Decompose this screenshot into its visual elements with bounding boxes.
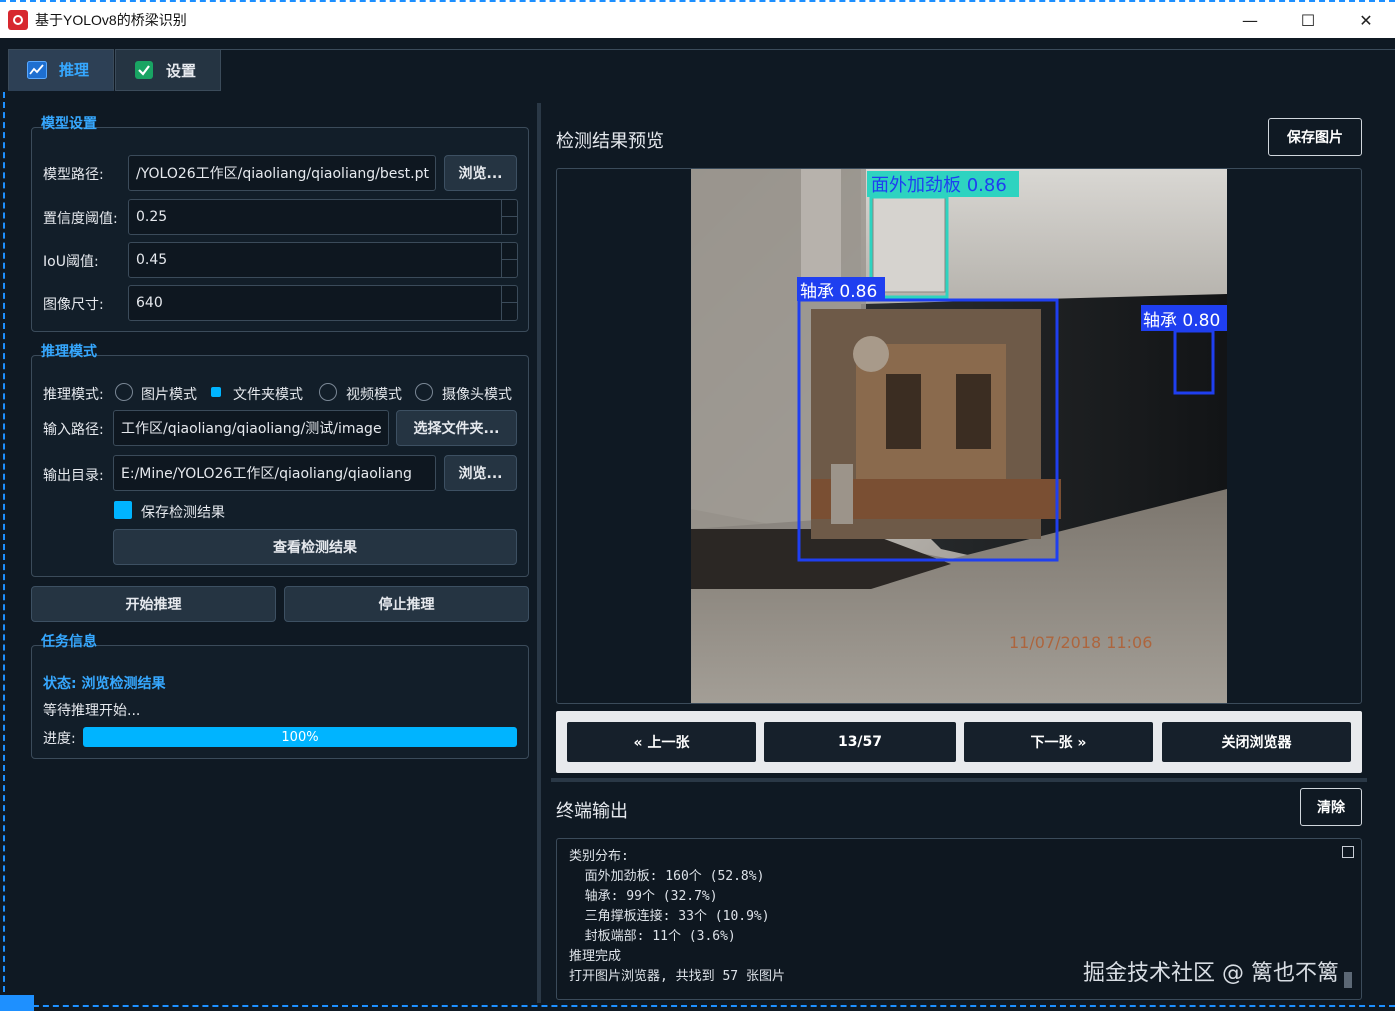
image-navigation-bar: « 上一张 13/57 下一张 » 关闭浏览器 <box>556 711 1362 773</box>
vertical-splitter[interactable] <box>537 103 541 1003</box>
close-button[interactable]: ✕ <box>1337 2 1395 38</box>
iou-label: IoU阈值: <box>43 254 99 270</box>
window-corner <box>0 995 34 1011</box>
stop-inference-button[interactable]: 停止推理 <box>284 586 529 622</box>
radio-label: 视频模式 <box>346 387 402 403</box>
tab-divider <box>218 49 1395 50</box>
radio-video-mode[interactable] <box>319 383 337 401</box>
tab-inference[interactable]: 推理 <box>8 49 114 91</box>
minimize-button[interactable]: — <box>1221 2 1279 38</box>
input-path-input[interactable]: 工作区/qiaoliang/qiaoliang/测试/image <box>113 410 389 446</box>
iou-stepper[interactable] <box>501 242 518 278</box>
clear-button[interactable]: 清除 <box>1300 788 1362 826</box>
imgsz-stepper[interactable] <box>501 285 518 321</box>
start-inference-button[interactable]: 开始推理 <box>31 586 276 622</box>
progress-label: 进度: <box>43 731 76 747</box>
tab-label: 设置 <box>166 61 197 80</box>
terminal-scrollbar[interactable] <box>1342 846 1354 992</box>
output-browse-button[interactable]: 浏览... <box>444 455 517 491</box>
horizontal-splitter[interactable] <box>551 778 1367 782</box>
terminal-line: 类别分布: <box>569 849 629 864</box>
save-results-label: 保存检测结果 <box>141 505 225 521</box>
save-results-checkbox[interactable] <box>114 501 132 519</box>
terminal-line: 面外加劲板: 160个 (52.8%) <box>569 869 765 884</box>
image-counter: 13/57 <box>764 722 956 762</box>
terminal-line: 三角撑板连接: 33个 (10.9%) <box>569 909 770 924</box>
preview-title: 检测结果预览 <box>556 131 664 152</box>
task-info-title: 任务信息 <box>41 634 97 650</box>
window-border-bottom <box>3 1005 1395 1007</box>
radio-label: 摄像头模式 <box>442 387 512 403</box>
input-path-label: 输入路径: <box>43 422 104 438</box>
model-path-input[interactable]: /YOLO26工作区/qiaoliang/qiaoliang/best.pt <box>128 155 436 191</box>
radio-folder-mode[interactable] <box>211 387 221 397</box>
terminal-line: 封板端部: 11个 (3.6%) <box>569 929 736 944</box>
terminal-title: 终端输出 <box>556 801 628 822</box>
tab-settings[interactable]: 设置 <box>115 49 221 91</box>
scroll-thumb[interactable] <box>1344 972 1352 988</box>
next-image-button[interactable]: 下一张 » <box>964 722 1153 762</box>
window-border <box>3 92 5 1002</box>
conf-stepper[interactable] <box>501 199 518 235</box>
model-path-label: 模型路径: <box>43 167 104 183</box>
tab-bar: 推理 设置 <box>8 49 222 91</box>
radio-camera-mode[interactable] <box>415 383 433 401</box>
prev-image-button[interactable]: « 上一张 <box>567 722 756 762</box>
status-text: 状态: 浏览检测结果 <box>43 676 166 692</box>
title-bar: 基于YOLOv8的桥梁识别 — ☐ ✕ <box>0 0 1395 38</box>
model-settings-title: 模型设置 <box>41 116 97 132</box>
imgsz-label: 图像尺寸: <box>43 297 104 313</box>
close-browser-button[interactable]: 关闭浏览器 <box>1162 722 1351 762</box>
imgsz-spinbox[interactable]: 640 <box>128 285 518 321</box>
radio-label: 图片模式 <box>141 387 197 403</box>
output-dir-label: 输出目录: <box>43 468 104 484</box>
detection-label: 轴承 0.80 <box>1143 311 1220 331</box>
select-folder-button[interactable]: 选择文件夹... <box>396 410 517 446</box>
watermark: 掘金技术社区 @ 篱也不篱 <box>1083 961 1339 986</box>
conf-spinbox[interactable]: 0.25 <box>128 199 518 235</box>
tab-label: 推理 <box>59 61 90 79</box>
maximize-button[interactable]: ☐ <box>1279 2 1337 38</box>
window-title: 基于YOLOv8的桥梁识别 <box>35 12 187 28</box>
detection-label: 面外加劲板 0.86 <box>871 175 1007 196</box>
progress-bar: 100% <box>83 727 517 747</box>
detection-image: 面外加劲板 0.86 轴承 0.86 轴承 0.80 11/07/2018 11… <box>691 169 1227 703</box>
view-results-button[interactable]: 查看检测结果 <box>113 529 517 565</box>
scroll-up-arrow-icon[interactable] <box>1342 846 1354 858</box>
radio-image-mode[interactable] <box>115 383 133 401</box>
waiting-text: 等待推理开始... <box>43 703 141 719</box>
infer-mode-title: 推理模式 <box>41 344 97 360</box>
conf-label: 置信度阈值: <box>43 211 118 227</box>
chart-icon <box>27 60 47 80</box>
photo-timestamp: 11/07/2018 11:06 <box>1009 633 1152 652</box>
progress-fill: 100% <box>83 727 517 747</box>
terminal-line: 轴承: 99个 (32.7%) <box>569 889 718 904</box>
mode-label: 推理模式: <box>43 387 104 403</box>
bridge-photo: 面外加劲板 0.86 轴承 0.86 轴承 0.80 11/07/2018 11… <box>691 169 1227 703</box>
detection-label: 轴承 0.86 <box>800 282 877 302</box>
app-logo-icon <box>8 10 28 30</box>
checkbox-icon <box>134 60 154 80</box>
model-browse-button[interactable]: 浏览... <box>444 155 517 191</box>
output-dir-input[interactable]: E:/Mine/YOLO26工作区/qiaoliang/qiaoliang <box>113 455 436 491</box>
iou-spinbox[interactable]: 0.45 <box>128 242 518 278</box>
radio-label: 文件夹模式 <box>233 387 303 403</box>
save-image-button[interactable]: 保存图片 <box>1268 118 1362 156</box>
